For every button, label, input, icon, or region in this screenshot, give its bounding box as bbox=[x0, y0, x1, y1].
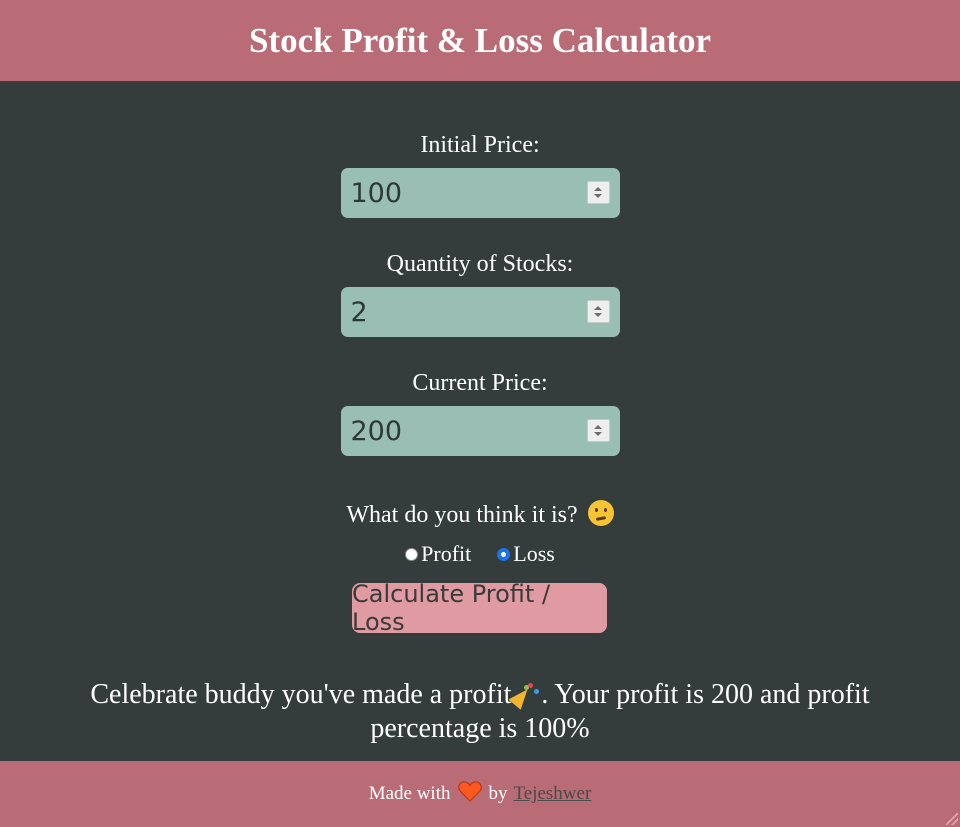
page-title: Stock Profit & Loss Calculator bbox=[248, 20, 712, 60]
quantity-field: Quantity of Stocks: 2 bbox=[0, 250, 960, 337]
profit-radio[interactable] bbox=[405, 547, 419, 561]
stepper-down-icon[interactable] bbox=[594, 194, 602, 198]
footer-made-with: Made with bbox=[368, 783, 451, 804]
guess-question: What do you think it is? bbox=[0, 500, 960, 530]
calculate-button[interactable]: Calculate Profit / Loss bbox=[352, 580, 607, 636]
guess-question-text: What do you think it is? bbox=[346, 502, 578, 528]
resize-grip-icon[interactable] bbox=[946, 813, 958, 825]
profit-option-label: Profit bbox=[421, 541, 472, 566]
stepper-down-icon[interactable] bbox=[594, 432, 602, 436]
quantity-input[interactable]: 2 bbox=[340, 287, 620, 337]
guess-radio-group: Profit Loss bbox=[0, 541, 960, 567]
page: Stock Profit & Loss Calculator Initial P… bbox=[0, 0, 960, 827]
initial-price-label: Initial Price: bbox=[420, 132, 540, 158]
result-text-start: Celebrate buddy you've made a profit bbox=[90, 679, 512, 710]
initial-price-input[interactable]: 100 bbox=[340, 168, 620, 218]
app-header: Stock Profit & Loss Calculator bbox=[0, 0, 960, 81]
loss-option[interactable]: Loss bbox=[497, 541, 555, 567]
quantity-value: 2 bbox=[350, 296, 368, 328]
footer-by: by bbox=[488, 783, 508, 804]
stepper-up-icon[interactable] bbox=[594, 306, 602, 310]
profit-option[interactable]: Profit bbox=[405, 541, 471, 567]
stepper-up-icon[interactable] bbox=[594, 187, 602, 191]
result-message: Celebrate buddy you've made a profit. Yo… bbox=[40, 678, 920, 746]
loss-option-label: Loss bbox=[513, 541, 555, 566]
initial-price-stepper[interactable] bbox=[586, 181, 610, 204]
loss-radio[interactable] bbox=[497, 547, 511, 561]
quantity-stepper[interactable] bbox=[586, 300, 610, 323]
current-price-field: Current Price: 200 bbox=[0, 369, 960, 456]
stepper-up-icon[interactable] bbox=[594, 425, 602, 429]
stepper-down-icon[interactable] bbox=[594, 313, 602, 317]
footer: Made with by Tejeshwer bbox=[0, 761, 960, 827]
initial-price-value: 100 bbox=[350, 177, 403, 209]
current-price-stepper[interactable] bbox=[586, 419, 610, 442]
current-price-value: 200 bbox=[350, 415, 403, 447]
quantity-label: Quantity of Stocks: bbox=[386, 251, 574, 277]
thinking-face-icon bbox=[587, 500, 614, 526]
initial-price-field: Initial Price: 100 bbox=[0, 131, 960, 218]
heart-icon bbox=[458, 780, 483, 808]
author-link[interactable]: Tejeshwer bbox=[513, 783, 591, 805]
current-price-input[interactable]: 200 bbox=[340, 406, 620, 456]
party-popper-icon bbox=[511, 679, 541, 707]
current-price-label: Current Price: bbox=[412, 370, 548, 396]
